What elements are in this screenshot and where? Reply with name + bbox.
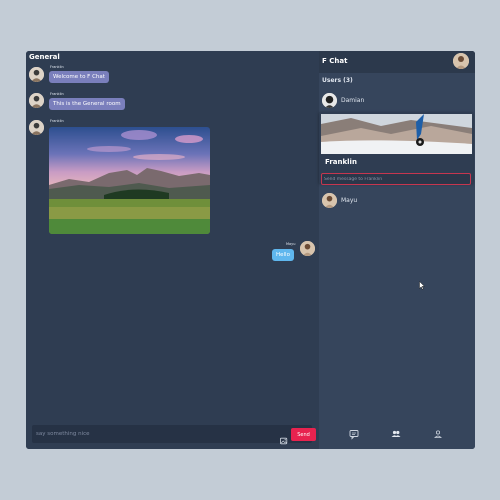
current-user-avatar[interactable] [453,53,469,69]
chat-app-window: General Franklin Welcome to F Chat Frank… [26,51,475,449]
message-sender: Franklin [50,119,64,123]
damian-avatar [322,93,337,108]
message-sender: Mayu [286,242,296,246]
message-bubble: This is the General room [49,98,125,110]
franklin-avatar[interactable] [29,93,44,108]
mayu-avatar [322,193,337,208]
message-item: Mayu Hello [266,241,318,263]
snowy-mountain-cover [321,114,472,154]
user-card-franklin[interactable]: Franklin [319,112,473,185]
direct-message-input[interactable] [321,173,471,185]
image-upload-icon[interactable] [280,430,288,445]
message-input[interactable] [36,425,266,443]
franklin-avatar[interactable] [29,120,44,135]
users-icon[interactable] [390,428,402,440]
user-profile-icon[interactable] [432,428,444,440]
mouse-cursor-icon [419,275,426,290]
user-card-name: Franklin [325,158,357,166]
chat-icon[interactable] [348,428,360,440]
app-brand: F Chat [322,57,348,65]
message-bubble: Hello [272,249,294,261]
message-bubble: Welcome to F Chat [49,71,109,83]
mountain-meadow-photo[interactable] [49,127,210,234]
mayu-avatar[interactable] [300,241,315,256]
room-title: General [29,53,60,61]
franklin-avatar[interactable] [29,67,44,82]
sidebar: F Chat Users (3) Damian Franklin Send me… [319,51,475,449]
users-count-label: Users (3) [322,77,353,84]
user-name: Damian [341,97,365,104]
sidebar-nav [319,425,475,443]
send-button[interactable]: Send [291,428,316,441]
message-sender: Franklin [50,65,64,69]
user-item-mayu[interactable]: Mayu [319,191,475,209]
user-item-damian[interactable]: Damian [319,91,475,109]
sidebar-header: F Chat [319,51,475,73]
chat-room-panel: General Franklin Welcome to F Chat Frank… [26,51,318,449]
message-composer: Send [32,425,316,445]
user-name: Mayu [341,197,358,204]
message-sender: Franklin [50,92,64,96]
